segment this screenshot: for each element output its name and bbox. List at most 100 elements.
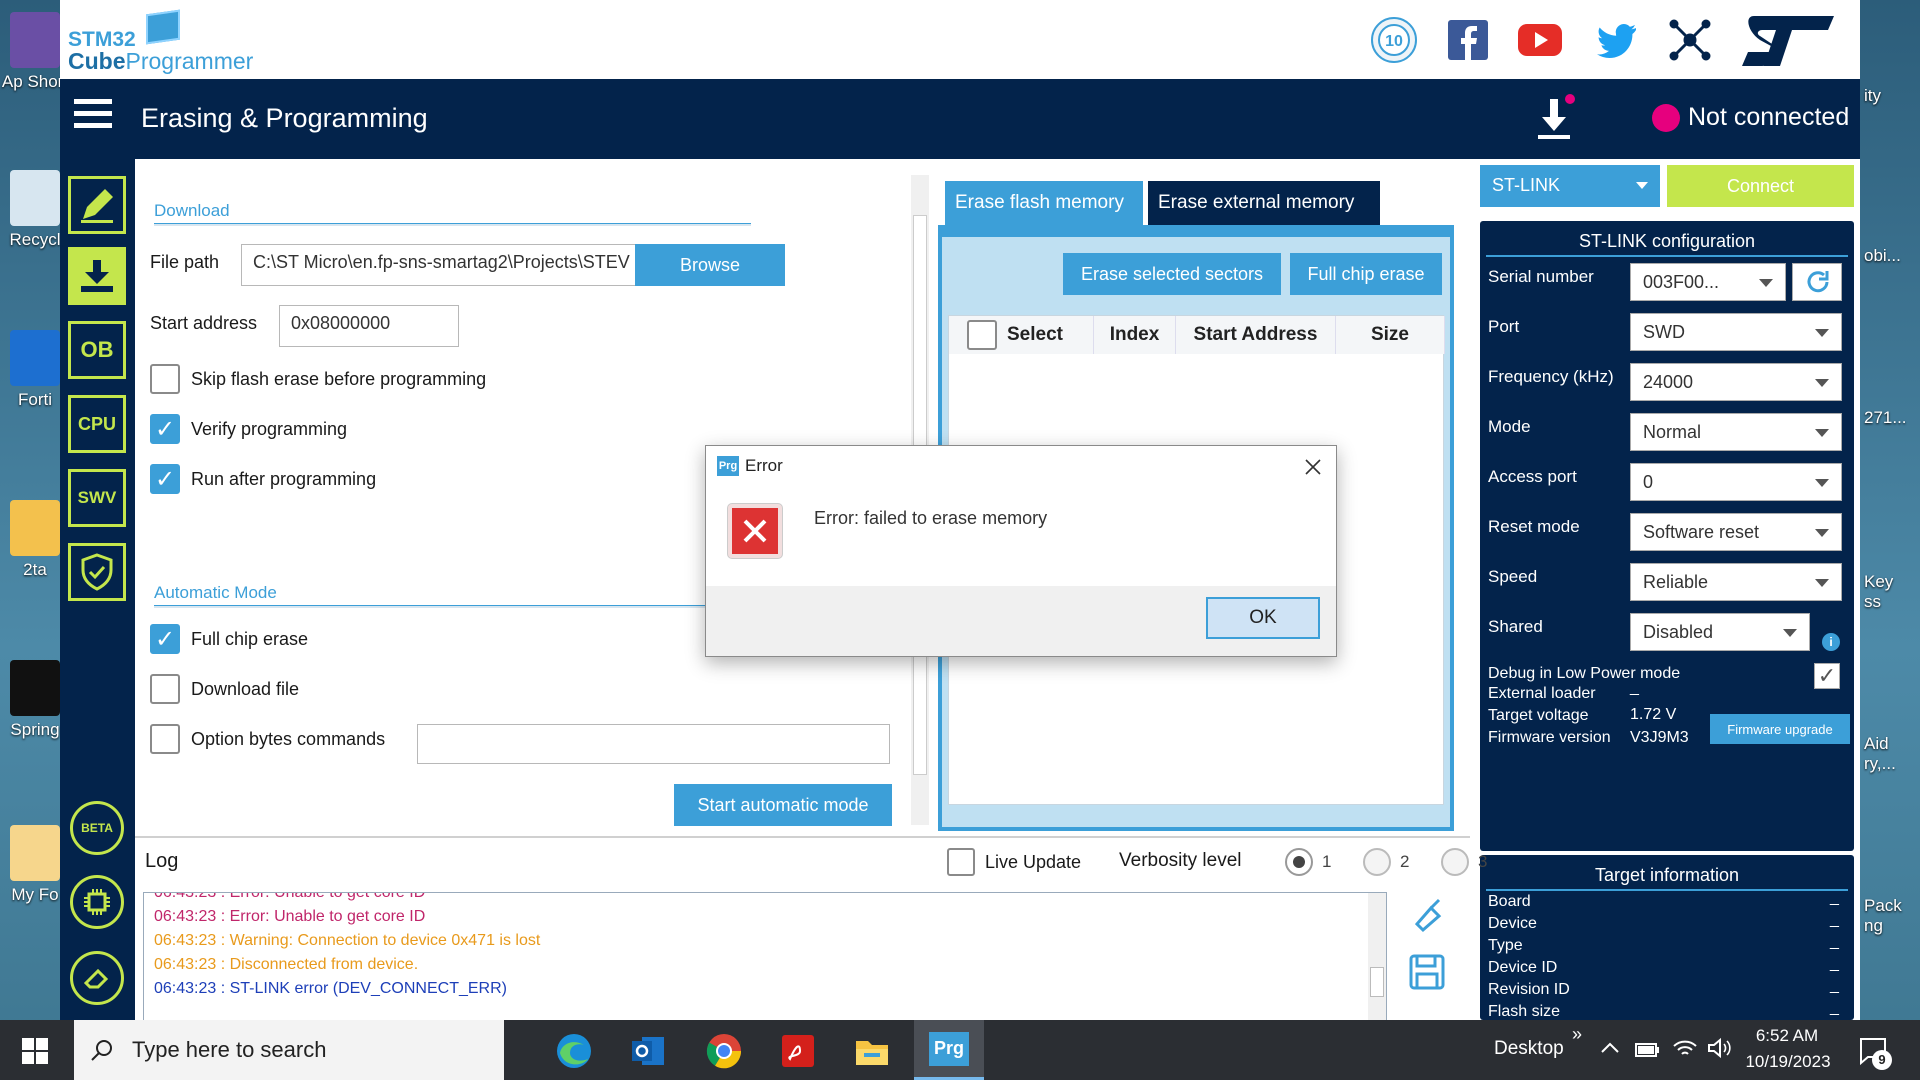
hamburger-menu-icon[interactable] [74, 99, 112, 135]
clear-log-icon[interactable] [1407, 894, 1447, 934]
outlook-taskbar-icon[interactable] [620, 1028, 676, 1074]
chrome-icon [706, 1034, 742, 1069]
column-header-start-address[interactable]: Start Address [1176, 316, 1336, 354]
run-after-checkbox[interactable]: ✓ [150, 464, 180, 494]
download-status-icon[interactable] [1530, 93, 1578, 143]
page-title: Erasing & Programming [141, 103, 428, 133]
brand-line2: CubeProgrammer [68, 48, 253, 75]
facebook-icon[interactable] [1444, 16, 1492, 64]
live-update-checkbox[interactable] [947, 848, 975, 876]
full-chip-erase-checkbox[interactable]: ✓ [150, 624, 180, 654]
chevron-down-icon [1815, 379, 1829, 387]
tab-erase-flash[interactable]: Erase flash memory [945, 181, 1143, 225]
debug-low-power-checkbox[interactable]: ✓ [1814, 663, 1840, 689]
acrobat-taskbar-icon[interactable] [770, 1028, 826, 1074]
cubeprogrammer-taskbar-icon[interactable]: Prg [914, 1020, 984, 1080]
youtube-icon[interactable] [1516, 16, 1564, 64]
stlink-config-panel: ST-LINK configuration Serial number 003F… [1480, 221, 1854, 851]
mode-select[interactable]: Normal [1630, 413, 1842, 451]
erase-selected-button[interactable]: Erase selected sectors [1063, 253, 1281, 295]
port-value: SWD [1643, 322, 1685, 342]
ok-button[interactable]: OK [1206, 597, 1320, 639]
file-path-value: C:\ST Micro\en.fp-sns-smartag2\Projects\… [253, 252, 630, 272]
verbosity-radio-1[interactable] [1285, 848, 1313, 876]
explorer-taskbar-icon[interactable] [844, 1028, 900, 1074]
toolbar-overflow-icon[interactable]: » [1572, 1024, 1582, 1045]
info-icon[interactable]: i [1822, 633, 1840, 651]
access-port-select[interactable]: 0 [1630, 463, 1842, 501]
connection-status: Not connected [1652, 103, 1849, 132]
desktop-toolbar-label[interactable]: Desktop [1494, 1038, 1564, 1060]
verify-checkbox[interactable]: ✓ [150, 414, 180, 444]
chevron-up-icon[interactable] [1600, 1040, 1620, 1056]
sidebar-item-label: OB [80, 337, 114, 362]
frequency-select[interactable]: 24000 [1630, 363, 1842, 401]
windows-start-icon[interactable] [22, 1038, 48, 1064]
spring-app-icon [10, 660, 60, 716]
interface-select[interactable]: ST-LINK [1480, 165, 1660, 207]
scrollbar-thumb[interactable] [1370, 967, 1384, 997]
sidebar-option-bytes[interactable]: OB [68, 321, 126, 379]
sidebar-beta[interactable]: BETA [70, 801, 124, 855]
option-bytes-input[interactable] [417, 724, 890, 764]
column-header-index[interactable]: Index [1094, 316, 1176, 354]
check-icon: ✓ [154, 465, 176, 493]
option-bytes-checkbox[interactable] [150, 724, 180, 754]
chrome-taskbar-icon[interactable] [696, 1028, 752, 1074]
twitter-icon[interactable] [1592, 16, 1640, 64]
chevron-down-icon [1815, 579, 1829, 587]
log-output[interactable]: 06:43:23 : Error: Unable to get core ID … [143, 892, 1387, 1020]
sidebar-cpu[interactable]: CPU [68, 395, 126, 453]
port-select[interactable]: SWD [1630, 313, 1842, 351]
skip-erase-checkbox[interactable] [150, 364, 180, 394]
sidebar-memory-edit[interactable] [68, 176, 126, 234]
desktop: Ap Short Recycl Forti 2ta Spring My Fo i… [0, 0, 1920, 1080]
recycle-bin-icon [10, 170, 60, 226]
start-automatic-button[interactable]: Start automatic mode [674, 784, 892, 826]
start-address-input[interactable]: 0x08000000 [279, 305, 459, 347]
x-mark-icon [743, 519, 767, 543]
shield-check-icon [81, 553, 113, 591]
verbosity-radio-2[interactable] [1363, 848, 1391, 876]
battery-icon[interactable] [1634, 1038, 1660, 1060]
check-icon: ✓ [154, 625, 176, 653]
network-icon[interactable] [1666, 16, 1714, 64]
download-file-checkbox[interactable] [150, 674, 180, 704]
refresh-button[interactable] [1792, 263, 1842, 301]
sidebar-chip-icon[interactable] [70, 875, 124, 929]
reset-mode-select[interactable]: Software reset [1630, 513, 1842, 551]
status-dot-icon [1652, 103, 1680, 132]
sidebar-security[interactable] [68, 543, 126, 601]
browse-button[interactable]: Browse [635, 244, 785, 286]
volume-icon[interactable] [1706, 1036, 1732, 1060]
firmware-upgrade-button[interactable]: Firmware upgrade [1710, 714, 1850, 744]
reset-mode-value: Software reset [1643, 522, 1760, 542]
tab-erase-external[interactable]: Erase external memory [1148, 181, 1380, 225]
verbosity-radio-3[interactable] [1441, 848, 1469, 876]
st-logo-icon[interactable] [1740, 14, 1836, 68]
clock-date[interactable]: 10/19/2023 [1738, 1052, 1838, 1072]
select-all-checkbox[interactable] [967, 320, 997, 350]
sidebar-swv[interactable]: SWV [68, 469, 126, 527]
full-chip-erase-button[interactable]: Full chip erase [1290, 253, 1442, 295]
clock-time[interactable]: 6:52 AM [1742, 1026, 1832, 1046]
column-header-size[interactable]: Size [1336, 316, 1445, 354]
log-line: 06:43:23 : Error: Unable to get core ID [154, 908, 426, 925]
sidebar-eraser[interactable] [70, 951, 124, 1005]
column-header-select[interactable]: Select [949, 316, 1094, 354]
sidebar-erasing-programming[interactable] [68, 247, 126, 305]
connect-button[interactable]: Connect [1667, 165, 1854, 207]
file-path-input[interactable]: C:\ST Micro\en.fp-sns-smartag2\Projects\… [241, 244, 675, 286]
probe-panel: ST-LINK Connect ST-LINK configuration Se… [1470, 159, 1860, 1020]
speed-select[interactable]: Reliable [1630, 563, 1842, 601]
log-scrollbar[interactable] [1368, 893, 1386, 1020]
anniversary-badge-icon[interactable]: 10 [1370, 16, 1418, 64]
save-log-icon[interactable] [1407, 952, 1447, 992]
shared-select[interactable]: Disabled [1630, 613, 1810, 651]
serial-select[interactable]: 003F00... [1630, 263, 1786, 301]
wifi-icon[interactable] [1672, 1036, 1698, 1060]
edge-taskbar-icon[interactable] [546, 1028, 602, 1074]
frequency-value: 24000 [1643, 372, 1694, 392]
taskbar-search[interactable]: Type here to search [74, 1020, 504, 1080]
close-icon[interactable] [1304, 458, 1322, 476]
